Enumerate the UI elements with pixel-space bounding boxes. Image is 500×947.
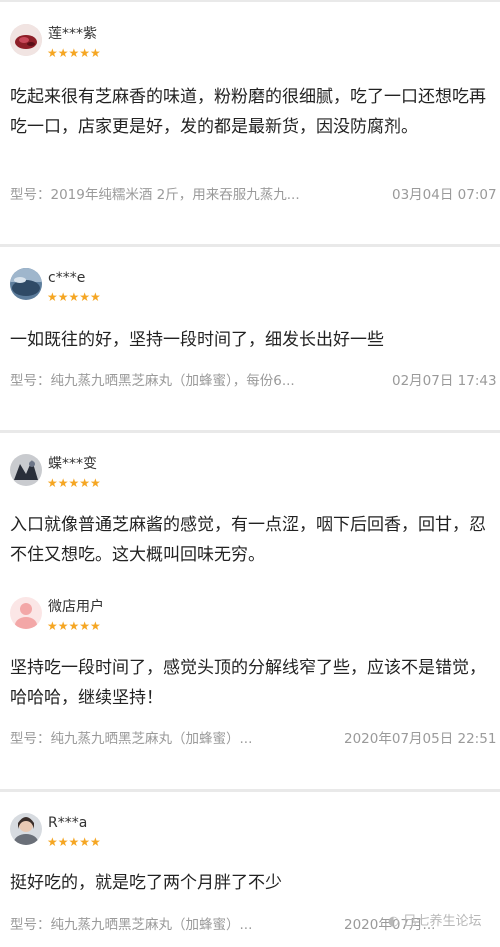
- avatar[interactable]: [10, 268, 42, 300]
- username: 蝶***变: [48, 456, 97, 472]
- review-date: 2020年07月05日 22:51: [344, 731, 497, 747]
- top-divider: [0, 0, 500, 2]
- watermark: ◐ 巳七养生论坛: [388, 914, 482, 930]
- avatar[interactable]: [10, 24, 42, 56]
- review-divider: [0, 789, 500, 792]
- rating-stars: ★★★★★: [47, 619, 101, 633]
- avatar-image: [10, 813, 42, 845]
- review-date: 02月07日 17:43: [392, 373, 497, 389]
- sku-label[interactable]: 型号：纯九蒸九晒黑芝麻丸（加蜂蜜）...: [10, 730, 252, 748]
- sku-label[interactable]: 型号：2019年纯糯米酒 2斤，用来吞服九蒸九...: [10, 186, 300, 204]
- sku-label[interactable]: 型号：纯九蒸九晒黑芝麻丸（加蜂蜜）...: [10, 916, 252, 934]
- review-text: 吃起来很有芝麻香的味道，粉粉磨的很细腻，吃了一口还想吃再吃一口，店家更是好，发的…: [10, 87, 486, 137]
- avatar[interactable]: [10, 597, 42, 629]
- avatar-image: [10, 268, 42, 300]
- review-text: 挺好吃的，就是吃了两个月胖了不少: [10, 873, 282, 893]
- username: 莲***紫: [48, 26, 97, 42]
- avatar-image: [10, 454, 42, 486]
- review-divider: [0, 244, 500, 247]
- avatar-image: [10, 24, 42, 56]
- rating-stars: ★★★★★: [47, 476, 101, 490]
- avatar-image: [10, 597, 42, 629]
- username: R***a: [48, 815, 88, 831]
- review-text: 一如既往的好，坚持一段时间了，细发长出好一些: [10, 330, 384, 350]
- review-date: 03月04日 07:07: [392, 187, 497, 203]
- username: c***e: [48, 270, 86, 286]
- review-text: 坚持吃一段时间了，感觉头顶的分解线窄了些，应该不是错觉，哈哈哈，继续坚持！: [10, 658, 486, 708]
- watermark-text: 巳七养生论坛: [403, 914, 482, 929]
- sku-label[interactable]: 型号：纯九蒸九晒黑芝麻丸（加蜂蜜），每份6...: [10, 372, 295, 390]
- review-divider: [0, 430, 500, 433]
- username: 微店用户: [48, 599, 104, 615]
- avatar[interactable]: [10, 454, 42, 486]
- review-list: 莲***紫 ★★★★★ 吃起来很有芝麻香的味道，粉粉磨的很细腻，吃了一口还想吃再…: [0, 0, 500, 947]
- rating-stars: ★★★★★: [47, 46, 101, 60]
- rating-stars: ★★★★★: [47, 290, 101, 304]
- review-text: 入口就像普通芝麻酱的感觉，有一点涩，咽下后回香，回甘，忍不住又想吃。这大概叫回味…: [10, 515, 486, 565]
- rating-stars: ★★★★★: [47, 835, 101, 849]
- wechat-icon: ◐: [388, 914, 400, 929]
- avatar[interactable]: [10, 813, 42, 845]
